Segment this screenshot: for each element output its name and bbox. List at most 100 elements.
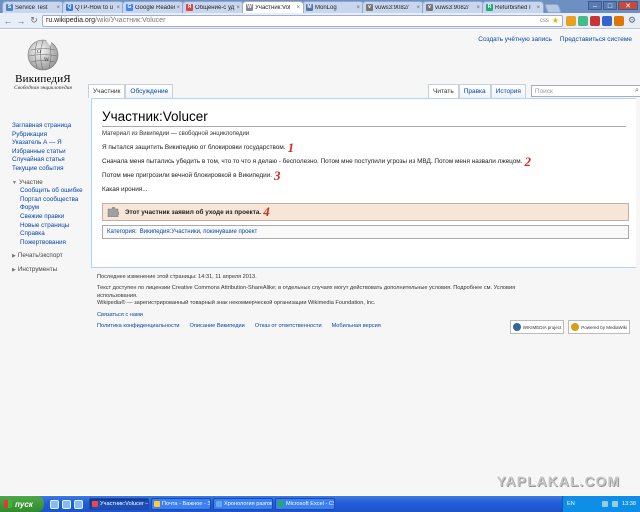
- browser-tab[interactable]: Q QTP-How to u ×: [62, 1, 124, 13]
- wrench-menu-icon[interactable]: ⚙: [627, 15, 637, 26]
- extension-icon[interactable]: [602, 15, 612, 26]
- login-link[interactable]: Представиться системе: [560, 36, 632, 43]
- app-icon: [92, 501, 98, 507]
- language-indicator[interactable]: EN: [567, 501, 575, 507]
- address-host: ru.wikipedia.org: [46, 17, 96, 24]
- triangle-down-icon: ▼: [12, 179, 17, 186]
- address-path: /wiki/Участник:Volucer: [95, 17, 166, 24]
- app-icon: [278, 501, 284, 507]
- quick-launch-icon[interactable]: [74, 499, 83, 509]
- sidebar-link[interactable]: Указатель А — Я: [12, 139, 92, 148]
- extension-icon[interactable]: [590, 15, 600, 26]
- maximize-button[interactable]: □: [603, 1, 617, 10]
- extension-icon[interactable]: [578, 15, 588, 26]
- footer-link[interactable]: Отказ от ответственности: [255, 323, 322, 330]
- tab-close-icon[interactable]: ×: [296, 5, 300, 11]
- sidebar-link[interactable]: Форум: [20, 204, 92, 213]
- browser-tab[interactable]: M MonLog ×: [302, 1, 364, 13]
- footer-link[interactable]: Политика конфиденциальности: [97, 323, 180, 330]
- logo-tagline: Свободная энциклопедия: [14, 85, 72, 91]
- tab-view[interactable]: Правка: [458, 84, 491, 98]
- tab-title: Участник:Vol: [255, 4, 291, 11]
- reload-icon[interactable]: ↻: [29, 15, 39, 26]
- browser-toolbar: ← → ↻ ru.wikipedia.org/wiki/Участник:Vol…: [0, 13, 640, 29]
- taskbar-item[interactable]: Microsoft Excel - CS...: [275, 498, 335, 510]
- sidebar-link[interactable]: Сообщить об ошибке: [20, 187, 92, 196]
- search-input[interactable]: Поиск ⌕: [530, 85, 640, 97]
- tray-icon[interactable]: [602, 501, 608, 507]
- quick-launch-icon[interactable]: [62, 499, 71, 509]
- tab-favicon-icon: G: [126, 4, 133, 11]
- tab-close-icon[interactable]: ×: [416, 5, 420, 11]
- search-icon[interactable]: ⌕: [635, 87, 639, 95]
- sidebar-link[interactable]: Свежие правки: [20, 213, 92, 222]
- tab-view[interactable]: Читать: [428, 84, 459, 98]
- close-window-button[interactable]: ✕: [618, 1, 638, 10]
- tab-favicon-icon: R: [486, 4, 493, 11]
- category-box: Категория: Википедия:Участники, покинувш…: [102, 225, 629, 239]
- browser-tab[interactable]: G Google Reader ×: [122, 1, 184, 13]
- tab-close-icon[interactable]: ×: [536, 5, 540, 11]
- tab-namespace[interactable]: Обсуждение: [125, 84, 174, 98]
- triangle-right-icon: ▶: [12, 266, 16, 273]
- sidebar-link[interactable]: Случайная статья: [12, 156, 92, 165]
- sidebar-link[interactable]: Портал сообщества: [20, 196, 92, 205]
- back-arrow-icon[interactable]: ←: [3, 16, 13, 26]
- new-tab-button[interactable]: [544, 4, 562, 13]
- browser-tab[interactable]: W Участник:Vol ×: [242, 1, 304, 13]
- sidebar-link[interactable]: Текущие события: [12, 165, 92, 174]
- sidebar-section-print[interactable]: ▶ Печать/экспорт: [12, 252, 92, 261]
- tab-title: vuws3:9082/: [435, 4, 469, 11]
- footer-badge[interactable]: WIKIMEDIA project: [509, 320, 565, 334]
- category-link[interactable]: Википедия:Участники, покинувшие проект: [140, 229, 257, 235]
- badge-label: WIKIMEDIA project: [522, 324, 562, 330]
- sidebar-link[interactable]: Новые страницы: [20, 222, 92, 231]
- browser-tab[interactable]: v vuws3:9082/ ×: [362, 1, 424, 13]
- browser-tab[interactable]: R Refurbished I ×: [482, 1, 544, 13]
- tab-close-icon[interactable]: ×: [56, 5, 60, 11]
- category-label[interactable]: Категория:: [107, 229, 137, 235]
- contact-link[interactable]: Связаться с нами: [97, 312, 143, 318]
- footer-link[interactable]: Описание Википедии: [190, 323, 245, 330]
- retired-notice: Этот участник заявил об уходе из проекта…: [102, 203, 629, 221]
- footer-link[interactable]: Мобильная версия: [332, 323, 381, 330]
- tray-icon[interactable]: [612, 501, 618, 507]
- tab-namespace[interactable]: Участник: [88, 84, 126, 98]
- extension-icon[interactable]: [566, 15, 576, 26]
- view-tabs: Читать Правка История Поиск ⌕: [428, 84, 640, 98]
- tab-title: QTP-How to u: [75, 4, 114, 11]
- taskbar-item[interactable]: Участник:Volucer — ...: [89, 498, 149, 510]
- bookmark-star-icon[interactable]: ★: [552, 16, 559, 25]
- sidebar-link[interactable]: Справка: [20, 230, 92, 239]
- tab-close-icon[interactable]: ×: [176, 5, 180, 11]
- mediawiki-icon: [571, 323, 580, 331]
- tab-close-icon[interactable]: ×: [356, 5, 360, 11]
- forward-arrow-icon[interactable]: →: [16, 16, 26, 26]
- browser-tab[interactable]: v vuws3:9082/ ×: [422, 1, 484, 13]
- start-button[interactable]: пуск: [0, 496, 44, 512]
- sidebar-link[interactable]: Рубрикация: [12, 131, 92, 140]
- address-bar[interactable]: ru.wikipedia.org/wiki/Участник:Volucer c…: [42, 14, 563, 27]
- tab-close-icon[interactable]: ×: [476, 5, 480, 11]
- tab-favicon-icon: v: [366, 4, 373, 11]
- tab-close-icon[interactable]: ×: [236, 5, 240, 11]
- browser-tab[interactable]: S Service Test ×: [2, 1, 64, 13]
- tab-close-icon[interactable]: ×: [116, 5, 120, 11]
- minimize-button[interactable]: –: [588, 1, 602, 10]
- taskbar-item[interactable]: Почта - Важное - Зб...: [151, 498, 211, 510]
- tab-view[interactable]: История: [490, 84, 526, 98]
- create-account-link[interactable]: Создать учётную запись: [478, 36, 552, 43]
- tab-title: Общение-с уд: [195, 4, 235, 11]
- wikipedia-logo[interactable]: Ω W ВикипедиЯ Свободная энциклопедия: [10, 38, 76, 91]
- browser-tab[interactable]: Я Общение-с уд ×: [182, 1, 244, 13]
- quick-launch-icon[interactable]: [50, 499, 59, 509]
- footer-badge[interactable]: Powered by MediaWiki: [568, 320, 630, 334]
- sidebar: Заглавная страница Рубрикация Указатель А …: [12, 122, 92, 275]
- sidebar-section-participation[interactable]: ▼ Участие: [12, 179, 92, 188]
- sidebar-link[interactable]: Заглавная страница: [12, 122, 92, 131]
- sidebar-link[interactable]: Пожертвования: [20, 239, 92, 248]
- sidebar-section-tools[interactable]: ▶ Инструменты: [12, 266, 92, 275]
- taskbar-item[interactable]: Хронология разгово...: [213, 498, 273, 510]
- extension-icon[interactable]: [614, 15, 624, 26]
- annotation-mark: 2: [524, 153, 531, 169]
